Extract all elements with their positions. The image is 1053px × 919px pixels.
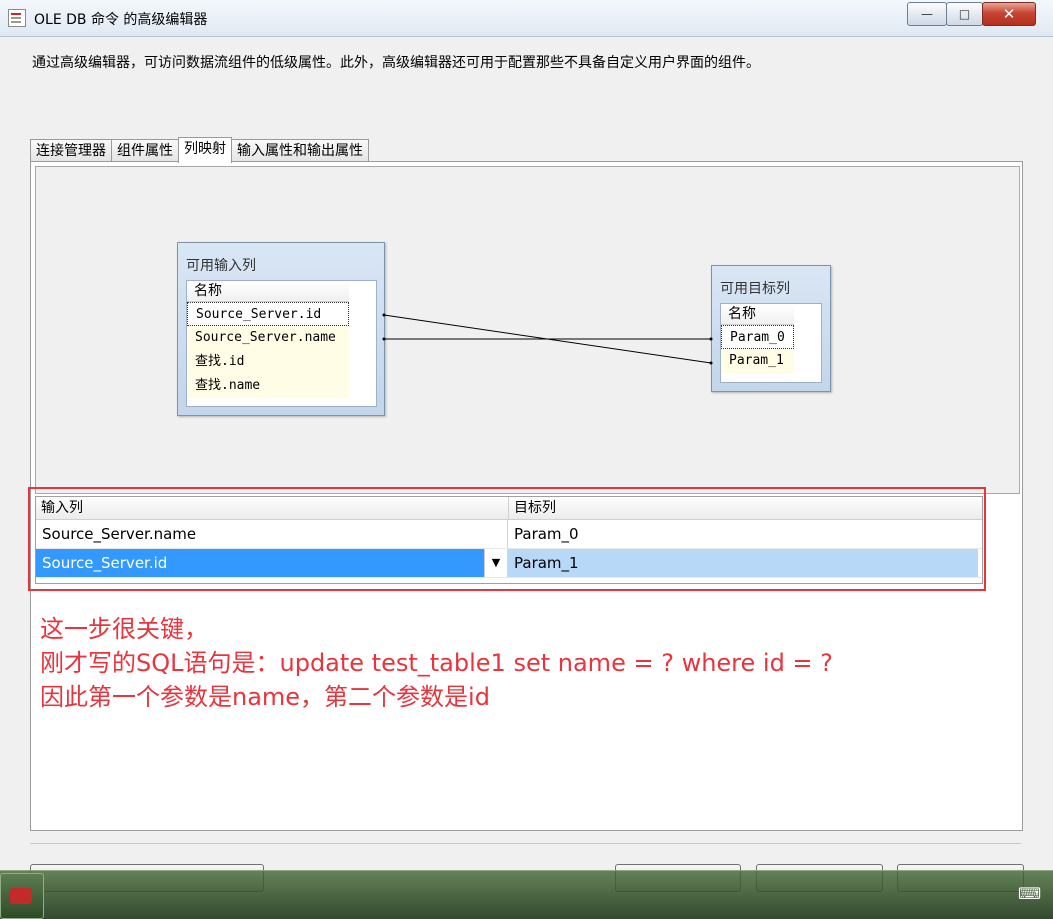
tab-connection-managers[interactable]: 连接管理器: [30, 139, 112, 162]
grid-row-selected[interactable]: Source_Server.id ▼ Param_1: [36, 549, 982, 578]
bottom-separator: [30, 843, 1021, 844]
mapping-lines: [382, 313, 713, 365]
mapping-line-endpoint: [709, 337, 713, 341]
annotation-line: 因此第一个参数是name，第二个参数是id: [40, 683, 490, 711]
keyboard-icon[interactable]: ⌨: [1018, 884, 1041, 903]
title-bar: OLE DB 命令 的高级编辑器 — □ ✕: [0, 0, 1053, 37]
mapping-canvas[interactable]: 可用输入列 名称 Source_Server.id Source_Server.…: [35, 166, 1020, 494]
grid-header: 输入列 目标列: [36, 497, 982, 520]
annotation-text: 这一步很关键， 刚才写的SQL语句是：update test_table1 se…: [40, 612, 833, 714]
tab-strip: 连接管理器 组件属性 列映射 输入属性和输出属性: [30, 137, 369, 163]
mapping-line-endpoint: [382, 337, 386, 341]
description-text: 通过高级编辑器，可访问数据流组件的低级属性。此外，高级编辑器还可用于配置那些不具…: [32, 55, 760, 71]
grid-cell-input-dropdown[interactable]: Source_Server.id ▼: [36, 549, 508, 577]
tab-panel: 可用输入列 名称 Source_Server.id Source_Server.…: [30, 161, 1023, 831]
annotation-line: 刚才写的SQL语句是：update test_table1 set name =…: [40, 649, 833, 677]
grid-row[interactable]: Source_Server.name Param_0: [36, 520, 982, 549]
tab-input-output-properties[interactable]: 输入属性和输出属性: [231, 139, 369, 162]
annotation-line: 这一步很关键，: [40, 615, 208, 643]
minimize-button[interactable]: —: [907, 2, 947, 26]
mapping-line-endpoint: [382, 313, 386, 317]
tab-column-mappings[interactable]: 列映射: [178, 137, 232, 163]
grid-cell-input[interactable]: Source_Server.name: [36, 520, 508, 548]
close-button[interactable]: ✕: [982, 2, 1036, 26]
taskbar-toolbox-icon[interactable]: [0, 873, 44, 919]
grid-cell-input-value: Source_Server.id: [42, 554, 168, 572]
grid-header-target[interactable]: 目标列: [509, 497, 979, 519]
grid-header-input[interactable]: 输入列: [36, 497, 509, 519]
grid-cell-target[interactable]: Param_0: [508, 520, 978, 548]
mapping-grid: 输入列 目标列 Source_Server.name Param_0 Sourc…: [35, 496, 983, 584]
taskbar: [0, 870, 1053, 919]
mapping-line-endpoint: [709, 361, 713, 365]
maximize-button[interactable]: □: [946, 2, 983, 26]
chevron-down-icon[interactable]: ▼: [484, 549, 507, 577]
window-title: OLE DB 命令 的高级编辑器: [34, 12, 208, 28]
app-icon: [8, 9, 26, 27]
tab-component-properties[interactable]: 组件属性: [111, 139, 179, 162]
grid-cell-target[interactable]: Param_1: [508, 549, 978, 577]
